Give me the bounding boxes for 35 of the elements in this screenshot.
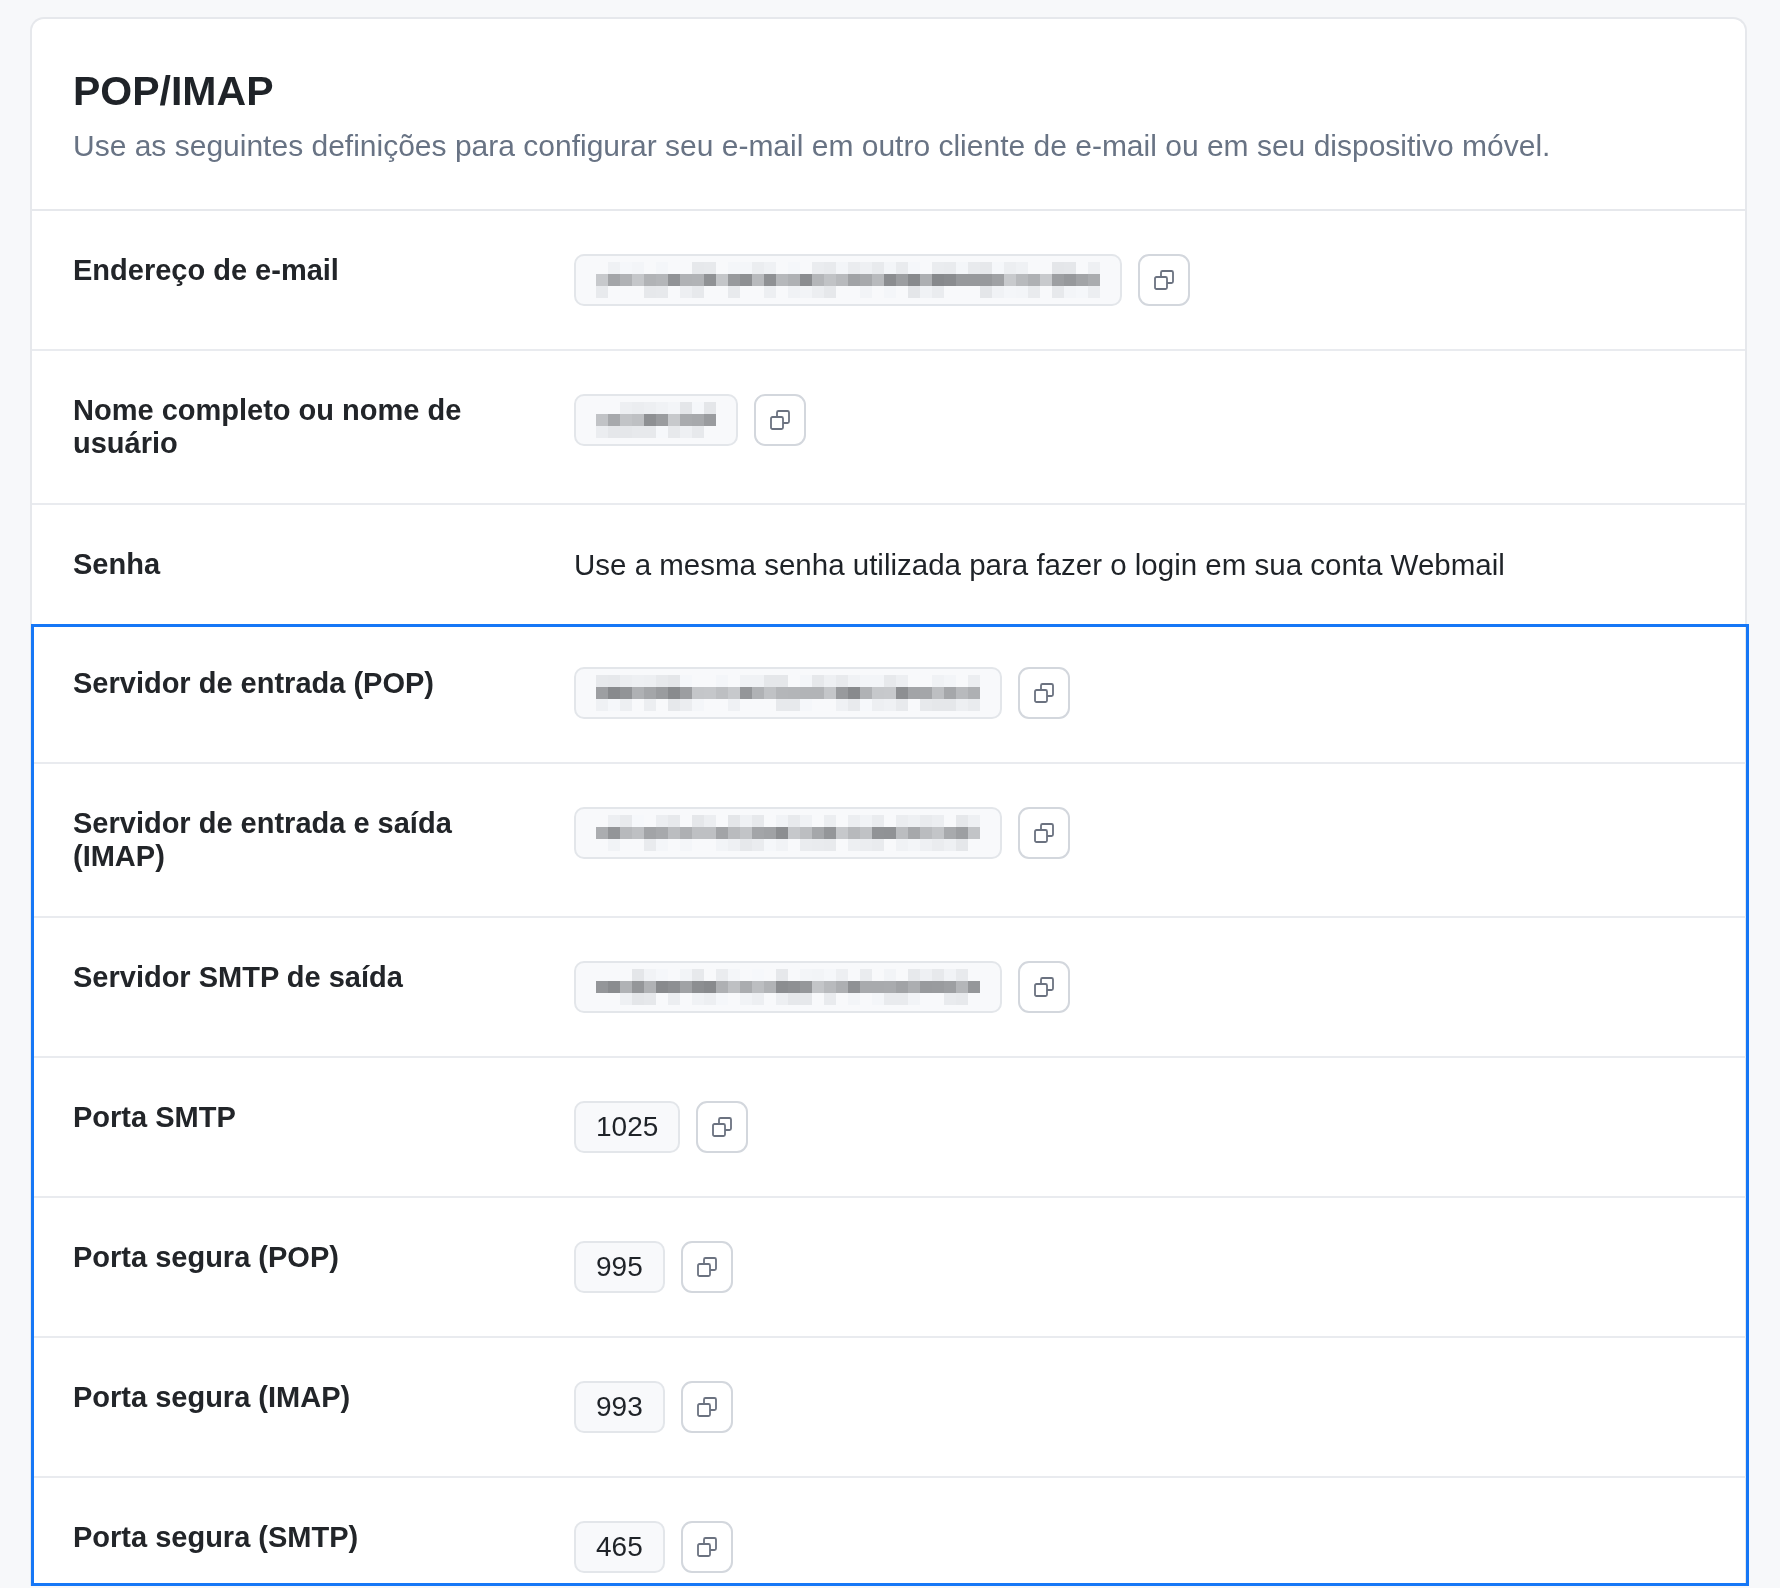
copy-button[interactable] (680, 1381, 733, 1433)
copy-button[interactable] (1138, 254, 1190, 306)
readonly-field: 993 (574, 1381, 665, 1433)
note-text: Use a mesma senha utilizada para fazer o login em sua conta Webmail (574, 548, 1505, 581)
copy-button[interactable] (754, 394, 806, 446)
readonly-field: 995 (574, 1241, 665, 1293)
setting-label: Servidor de entrada (POP) (73, 667, 435, 700)
setting-label: Nome completo ou nome de usuário (73, 394, 463, 460)
setting-label: Porta segura (SMTP) (73, 1521, 360, 1554)
copy-icon (696, 1257, 717, 1277)
setting-label: Porta segura (POP) (73, 1241, 340, 1274)
copy-button[interactable] (680, 1521, 733, 1573)
readonly-field: 465 (574, 1521, 665, 1573)
setting-label: Servidor de entrada e saída (IMAP) (73, 807, 453, 873)
copy-icon (770, 410, 790, 430)
readonly-field: 1025 (574, 1101, 681, 1153)
copy-button[interactable] (696, 1101, 749, 1153)
copy-button[interactable] (1018, 807, 1070, 859)
card-description: Use as seguintes definições para configurar seu e-mail em outro cliente de e-mail ou em seu dispositivo móvel. (73, 128, 1552, 164)
copy-button[interactable] (1018, 667, 1070, 719)
copy-icon (1034, 823, 1054, 843)
copy-icon (1034, 977, 1054, 997)
copy-icon (1154, 270, 1174, 290)
copy-icon (712, 1117, 733, 1137)
setting-label: Porta segura (IMAP) (73, 1381, 352, 1414)
card-title: POP/IMAP (73, 67, 275, 116)
copy-icon (696, 1397, 717, 1417)
setting-label: Endereço de e-mail (73, 254, 340, 287)
setting-label: Senha (73, 548, 162, 581)
setting-label: Porta SMTP (73, 1101, 237, 1134)
copy-icon (1034, 683, 1054, 703)
copy-icon (696, 1537, 717, 1557)
setting-label: Servidor SMTP de saída (73, 961, 404, 994)
copy-button[interactable] (1018, 961, 1070, 1013)
copy-button[interactable] (680, 1241, 733, 1293)
